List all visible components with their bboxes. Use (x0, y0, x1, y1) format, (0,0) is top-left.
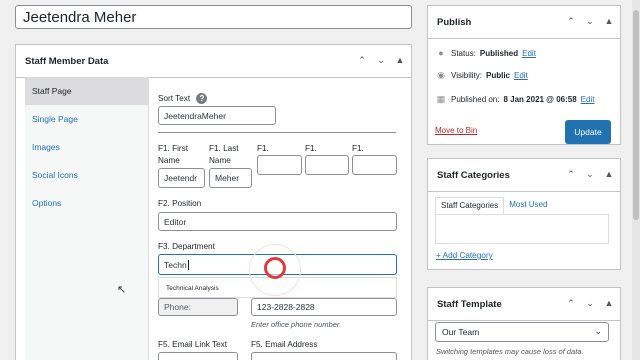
category-tabs: Staff Categories Most Used (435, 197, 552, 214)
f1-extra-input-2[interactable] (305, 155, 349, 175)
email-link-label: F5. Email Link Text (158, 340, 228, 349)
toggle-panel-icon[interactable]: ▲ (604, 16, 614, 27)
publish-header: Publish ⌃ ⌄ ▲ (428, 6, 620, 39)
edit-status-link[interactable]: Edit (522, 49, 536, 58)
chevron-down-icon: ⌄ (594, 326, 602, 336)
visibility-row: ◉ Visibility: Public Edit (435, 70, 528, 81)
published-on-row: ▦ Published on: 8 Jan 2021 @ 06:58 Edit (436, 94, 595, 104)
sort-text-input[interactable]: JeetendraMeher (158, 106, 276, 125)
email-address-label: F5. Email Address (251, 340, 318, 349)
sort-text-label: Sort Text ? (158, 93, 208, 105)
click-indicator (264, 257, 286, 279)
edit-date-link[interactable]: Edit (581, 95, 595, 104)
add-category-link[interactable]: + Add Category (436, 251, 493, 260)
update-button[interactable]: Update (565, 120, 611, 144)
tab-most-used[interactable]: Most Used (504, 197, 552, 214)
tab-single-page[interactable]: Single Page (25, 105, 148, 133)
tab-all-categories[interactable]: Staff Categories (435, 197, 505, 214)
toggle-panel-icon[interactable]: ▲ (604, 298, 614, 309)
help-icon[interactable]: ? (196, 93, 208, 104)
phone-label-input[interactable]: Phone: (158, 298, 238, 316)
f1-extra-input-1[interactable] (257, 155, 302, 175)
edit-visibility-link[interactable]: Edit (514, 71, 528, 80)
f1-extra-label-1: F1. (257, 144, 269, 153)
mouse-cursor-icon: ↖ (117, 284, 127, 296)
position-label: F2. Position (158, 199, 202, 208)
move-up-icon[interactable]: ⌃ (566, 169, 576, 180)
f1-extra-input-3[interactable] (352, 155, 397, 175)
f1-extra-label-2: F1. (305, 144, 317, 153)
template-select[interactable]: Our Team ⌄ (435, 322, 609, 342)
move-to-bin-link[interactable]: Move to Bin (435, 126, 477, 135)
last-name-label: F1. Last Name (209, 144, 239, 165)
tab-staff-page[interactable]: Staff Page (25, 77, 148, 105)
publish-title: Publish (437, 16, 472, 28)
divider (158, 132, 396, 133)
move-up-icon[interactable]: ⌃ (357, 55, 367, 66)
status-row: ● Status: Published Edit (435, 48, 536, 58)
last-name-input[interactable]: Meher (209, 168, 252, 188)
phone-input[interactable]: 123-2828-2828 (251, 298, 397, 316)
email-link-input[interactable] (158, 352, 238, 360)
template-note: Switching templates may cause loss of da… (436, 347, 584, 356)
staff-box-title: Staff Member Data (25, 55, 109, 67)
email-address-input[interactable] (251, 352, 397, 360)
template-header: Staff Template ⌃ ⌄ ▲ (428, 288, 620, 321)
position-input[interactable]: Editor (158, 212, 397, 231)
staff-categories-box: Staff Categories ⌃ ⌄ ▲ Staff Categories … (427, 158, 621, 270)
pin-icon: ● (438, 48, 444, 58)
phone-hint: Enter office phone number. (251, 320, 342, 329)
staff-box-header: Staff Member Data ⌃ ⌄ ▲ (16, 45, 411, 78)
toggle-panel-icon[interactable]: ▲ (395, 55, 405, 66)
staff-page-panel: Sort Text ? JeetendraMeher F1. First Name… (158, 77, 398, 360)
first-name-input[interactable]: Jeetendr (158, 168, 205, 188)
tab-images[interactable]: Images (25, 133, 148, 161)
template-title: Staff Template (437, 298, 502, 310)
tab-options[interactable]: Options (25, 189, 148, 217)
move-down-icon[interactable]: ⌄ (585, 16, 595, 27)
post-title-input[interactable] (15, 5, 412, 29)
tab-social-icons[interactable]: Social Icons (25, 161, 148, 189)
staff-member-data-box: Staff Member Data ⌃ ⌄ ▲ Staff Page Singl… (15, 44, 412, 360)
autocomplete-option[interactable]: Technical Analysis (166, 285, 219, 292)
publish-box: Publish ⌃ ⌄ ▲ ● Status: Published Edit ◉… (427, 5, 621, 145)
move-up-icon[interactable]: ⌃ (566, 298, 576, 309)
move-down-icon[interactable]: ⌄ (585, 298, 595, 309)
categories-title: Staff Categories (437, 169, 510, 181)
move-down-icon[interactable]: ⌄ (585, 169, 595, 180)
move-down-icon[interactable]: ⌄ (376, 55, 386, 66)
scrollbar-thumb[interactable] (633, 10, 639, 220)
category-list (435, 214, 609, 244)
eye-icon: ◉ (437, 70, 445, 80)
toggle-panel-icon[interactable]: ▲ (604, 169, 614, 180)
department-label: F3. Department (158, 242, 215, 251)
page-scrollbar[interactable] (632, 0, 640, 360)
categories-header: Staff Categories ⌃ ⌄ ▲ (428, 159, 620, 192)
calendar-icon: ▦ (436, 94, 446, 104)
staff-template-box: Staff Template ⌃ ⌄ ▲ Our Team ⌄ Switchin… (427, 287, 621, 360)
f1-extra-label-3: F1. (352, 144, 364, 153)
staff-tabs: Staff Page Single Page Images Social Ico… (25, 77, 149, 360)
move-up-icon[interactable]: ⌃ (566, 16, 576, 27)
first-name-label: F1. First Name (158, 144, 189, 165)
